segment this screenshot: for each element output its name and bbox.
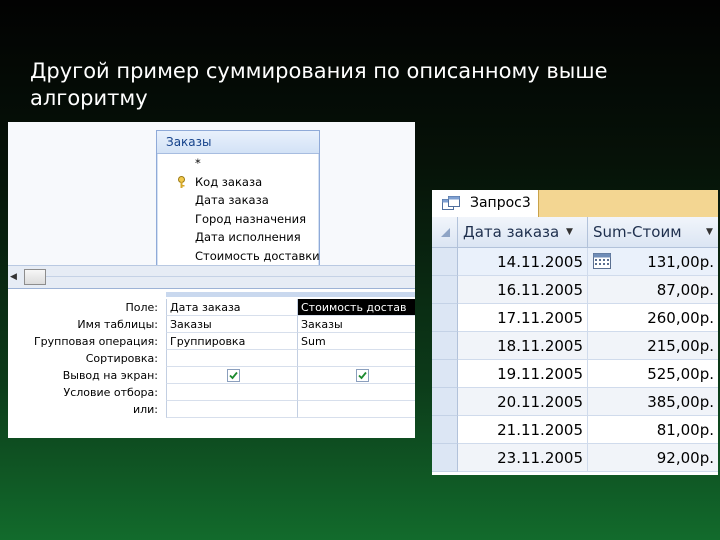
column-header-sum-cost[interactable]: Sum-Стоим ▼ [588, 217, 718, 248]
sum-cost-cell[interactable]: 92,00р. [588, 444, 718, 472]
sum-cost-cell[interactable]: 215,00р. [588, 332, 718, 360]
field-name: * [195, 156, 201, 170]
row-selector[interactable] [432, 248, 458, 276]
scroll-left-arrow-icon[interactable]: ◀ [10, 270, 20, 284]
row-selector[interactable] [432, 416, 458, 444]
grid-row: Имя таблицы: Заказы Заказы [8, 316, 415, 333]
tab-query3[interactable]: Запрос3 [432, 190, 539, 217]
column-header-order-date[interactable]: Дата заказа ▼ [458, 217, 588, 248]
scroll-track [46, 276, 415, 277]
grid-row-label: Поле: [125, 301, 158, 314]
grid-row: Вывод на экран: [8, 367, 415, 384]
row-selector[interactable] [432, 444, 458, 472]
row-selector[interactable] [432, 332, 458, 360]
dropdown-arrow-icon[interactable]: ▼ [706, 217, 713, 247]
grid-cell[interactable]: Sum [297, 333, 415, 350]
grid-row: Сортировка: [8, 350, 415, 367]
grid-cell[interactable] [297, 367, 415, 384]
key-icon [178, 175, 185, 188]
sum-cost-cell[interactable]: 525,00р. [588, 360, 718, 388]
grid-row: Условие отбора: [8, 384, 415, 401]
grid-cell[interactable] [166, 401, 297, 418]
column-header-label: Дата заказа [463, 223, 560, 241]
table-field[interactable]: * [157, 154, 319, 173]
grid-row-label: Условие отбора: [63, 386, 159, 399]
grid-cell[interactable]: Группировка [166, 333, 297, 350]
grid-row: Поле: Дата заказа Стоимость достав [8, 299, 415, 316]
row-selector[interactable] [432, 388, 458, 416]
order-date-cell[interactable]: 18.11.2005 [458, 332, 588, 360]
sum-cost-cell[interactable]: 81,00р. [588, 416, 718, 444]
order-date-cell[interactable]: 21.11.2005 [458, 416, 588, 444]
grid-cell[interactable] [166, 384, 297, 401]
orders-table-box[interactable]: Заказы * Код заказа Дата заказа Город назна… [156, 130, 320, 266]
table-row[interactable]: 18.11.2005 215,00р. [432, 332, 718, 360]
row-selector[interactable] [432, 276, 458, 304]
grid-row: или: [8, 401, 415, 418]
grid-row-label: или: [132, 403, 158, 416]
sum-cost-cell[interactable]: 385,00р. [588, 388, 718, 416]
table-row[interactable]: 23.11.2005 92,00р. [432, 444, 718, 472]
calendar-icon[interactable] [593, 253, 611, 269]
order-date-cell[interactable]: 14.11.2005 [458, 248, 588, 276]
grid-cell[interactable] [297, 384, 415, 401]
row-selector[interactable] [432, 304, 458, 332]
slide-title: Другой пример суммирования по описанному… [30, 59, 608, 110]
grid-cell[interactable]: Дата заказа [166, 299, 297, 316]
grid-row-label: Вывод на экран: [62, 369, 158, 382]
table-row[interactable]: 14.11.2005 131,00р. [432, 248, 718, 276]
grid-row-label: Групповая операция: [33, 335, 158, 348]
field-name: Дата исполнения [195, 230, 301, 244]
field-name: Город назначения [195, 211, 307, 226]
order-date-cell[interactable]: 19.11.2005 [458, 360, 588, 388]
table-field[interactable]: Дата заказа [157, 191, 319, 210]
query-result-datasheet: Запрос3 Дата заказа ▼ Sum-Стоим ▼ 14.11.… [432, 190, 718, 475]
table-row[interactable]: 19.11.2005 525,00р. [432, 360, 718, 388]
sum-cost-cell[interactable]: 87,00р. [588, 276, 718, 304]
order-date-cell[interactable]: 16.11.2005 [458, 276, 588, 304]
order-date-cell[interactable]: 17.11.2005 [458, 304, 588, 332]
grid-row: Групповая операция: Группировка Sum [8, 333, 415, 350]
grid-cell[interactable] [297, 350, 415, 367]
column-selector-bar[interactable] [166, 292, 415, 297]
table-field[interactable]: Стоимость доставки [157, 247, 319, 266]
table-field[interactable]: Город назначения [157, 210, 319, 229]
row-selector[interactable] [432, 360, 458, 388]
dropdown-arrow-icon[interactable]: ▼ [566, 217, 573, 247]
order-date-cell[interactable]: 23.11.2005 [458, 444, 588, 472]
tab-label: Запрос3 [470, 195, 531, 211]
grid-cell[interactable]: Заказы [166, 316, 297, 333]
table-pane: Заказы * Код заказа Дата заказа Город назна… [8, 122, 415, 266]
field-name: Код заказа [195, 174, 263, 189]
grid-cell[interactable] [166, 367, 297, 384]
grid-cell[interactable]: Заказы [297, 316, 415, 333]
order-date-cell[interactable]: 20.11.2005 [458, 388, 588, 416]
grid-cell[interactable] [166, 350, 297, 367]
grid-row-label: Сортировка: [85, 352, 158, 365]
field-name: Дата заказа [195, 193, 269, 207]
table-row[interactable]: 16.11.2005 87,00р. [432, 276, 718, 304]
table-title[interactable]: Заказы [157, 131, 319, 154]
grid-row-label: Имя таблицы: [77, 318, 158, 331]
document-tab-bar: Запрос3 [432, 190, 718, 217]
horizontal-scrollbar[interactable]: ◀ [8, 265, 415, 289]
grid-cell[interactable]: Стоимость достав [297, 299, 415, 316]
table-field[interactable]: Дата исполнения [157, 228, 319, 247]
checkbox-checked-icon[interactable] [227, 369, 240, 382]
query-designer: Заказы * Код заказа Дата заказа Город назна… [8, 122, 415, 438]
select-all-corner[interactable] [432, 217, 458, 248]
column-header-label: Sum-Стоим [593, 223, 682, 241]
field-name: Стоимость доставки [195, 248, 319, 263]
checkbox-checked-icon[interactable] [356, 369, 369, 382]
scroll-thumb[interactable] [24, 269, 46, 285]
query-icon [442, 196, 460, 210]
query-design-grid: Поле: Дата заказа Стоимость достав Имя табл… [8, 289, 415, 438]
sum-cost-cell[interactable]: 260,00р. [588, 304, 718, 332]
grid-cell[interactable] [297, 401, 415, 418]
table-field[interactable]: Код заказа [157, 173, 319, 192]
table-row[interactable]: 21.11.2005 81,00р. [432, 416, 718, 444]
table-row[interactable]: 20.11.2005 385,00р. [432, 388, 718, 416]
table-row[interactable]: 17.11.2005 260,00р. [432, 304, 718, 332]
